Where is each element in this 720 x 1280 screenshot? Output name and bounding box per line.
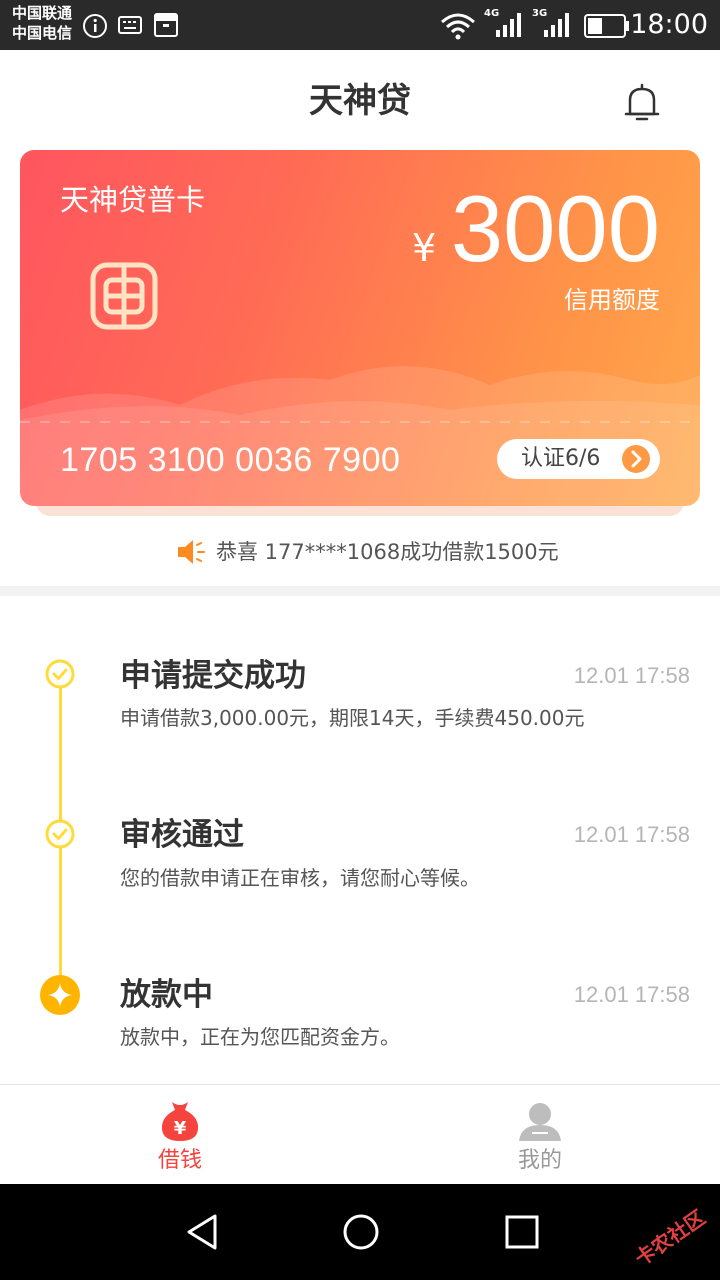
verification-button[interactable]: 认证6/6 <box>497 439 660 479</box>
timeline-step-3-title: 放款中 <box>120 977 213 1013</box>
status-bar: 中国联通 中国电信 4G 3G 18:00 <box>0 0 720 50</box>
section-divider <box>0 586 720 596</box>
svg-text:¥: ¥ <box>174 1118 187 1139</box>
watermark: 卡农社区 <box>630 1205 710 1271</box>
app-header: 天神贷 <box>0 50 720 150</box>
page-title: 天神贷 <box>309 81 411 121</box>
app-screen: 中国联通 中国电信 4G 3G 18:00 天神贷 天神贷普卡 ¥ 3000 信… <box>0 0 720 1280</box>
clock: 18:00 <box>630 9 708 40</box>
credit-amount-label: 信用额度 <box>564 286 660 314</box>
info-icon <box>83 14 107 38</box>
loan-notice: 恭喜 177****1068成功借款1500元 <box>0 530 720 574</box>
keyboard-icon <box>118 16 142 34</box>
bell-icon[interactable] <box>622 82 662 124</box>
nav-label-borrow: 借钱 <box>157 1148 202 1173</box>
card-mountain-decoration <box>20 366 700 506</box>
timeline-step-3-time: 12.01 17:58 <box>573 982 690 1007</box>
timeline-step-2-title: 审核通过 <box>120 817 244 853</box>
notification-box-icon <box>154 13 178 37</box>
home-circle-icon[interactable] <box>342 1212 380 1252</box>
timeline-step-2-desc: 您的借款申请正在审核，请您耐心等候。 <box>120 866 480 890</box>
verification-label: 认证6/6 <box>521 446 601 471</box>
chevron-right-icon <box>622 445 650 473</box>
carrier-2: 中国电信 <box>12 24 73 42</box>
speaker-icon <box>178 540 205 564</box>
currency-symbol: ¥ <box>412 226 437 270</box>
signal-icon-1 <box>496 13 521 37</box>
notice-text: 恭喜 177****1068成功借款1500元 <box>216 540 559 564</box>
timeline-step-3-desc: 放款中，正在为您匹配资金方。 <box>120 1025 400 1049</box>
nav-item-borrow[interactable]: ¥ 借钱 <box>0 1085 360 1185</box>
timeline-step-2-time: 12.01 17:58 <box>573 822 690 847</box>
card-chip-icon <box>90 262 158 330</box>
card-name: 天神贷普卡 <box>60 183 206 217</box>
sparkle-circle-icon <box>40 975 80 1015</box>
timeline-step-1-time: 12.01 17:58 <box>573 663 690 688</box>
wifi-icon <box>441 13 475 40</box>
credit-amount: 3000 <box>450 176 660 281</box>
signal-icon-2 <box>544 13 569 37</box>
timeline-step-1-title: 申请提交成功 <box>120 658 306 694</box>
battery-icon <box>584 14 629 38</box>
money-bag-icon: ¥ <box>161 1102 199 1141</box>
timeline-step-1-desc: 申请借款3,000.00元，期限14天，手续费450.00元 <box>120 706 585 730</box>
carrier-labels: 中国联通 中国电信 <box>12 3 72 43</box>
system-nav-bar: 卡农社区 <box>0 1184 720 1280</box>
back-triangle-icon[interactable] <box>184 1212 220 1252</box>
recents-square-icon[interactable] <box>504 1212 540 1252</box>
user-avatar-icon <box>519 1103 561 1141</box>
nav-item-mine[interactable]: 我的 <box>360 1085 720 1185</box>
carrier-1: 中国联通 <box>12 4 73 22</box>
check-circle-icon <box>45 659 75 689</box>
credit-card[interactable]: 天神贷普卡 ¥ 3000 信用额度 1705 3100 0036 7900 认证… <box>20 150 700 506</box>
bottom-nav: ¥ 借钱 我的 <box>0 1084 720 1184</box>
check-circle-icon <box>45 819 75 849</box>
card-number: 1705 3100 0036 7900 <box>60 441 401 479</box>
nav-label-mine: 我的 <box>517 1148 562 1173</box>
